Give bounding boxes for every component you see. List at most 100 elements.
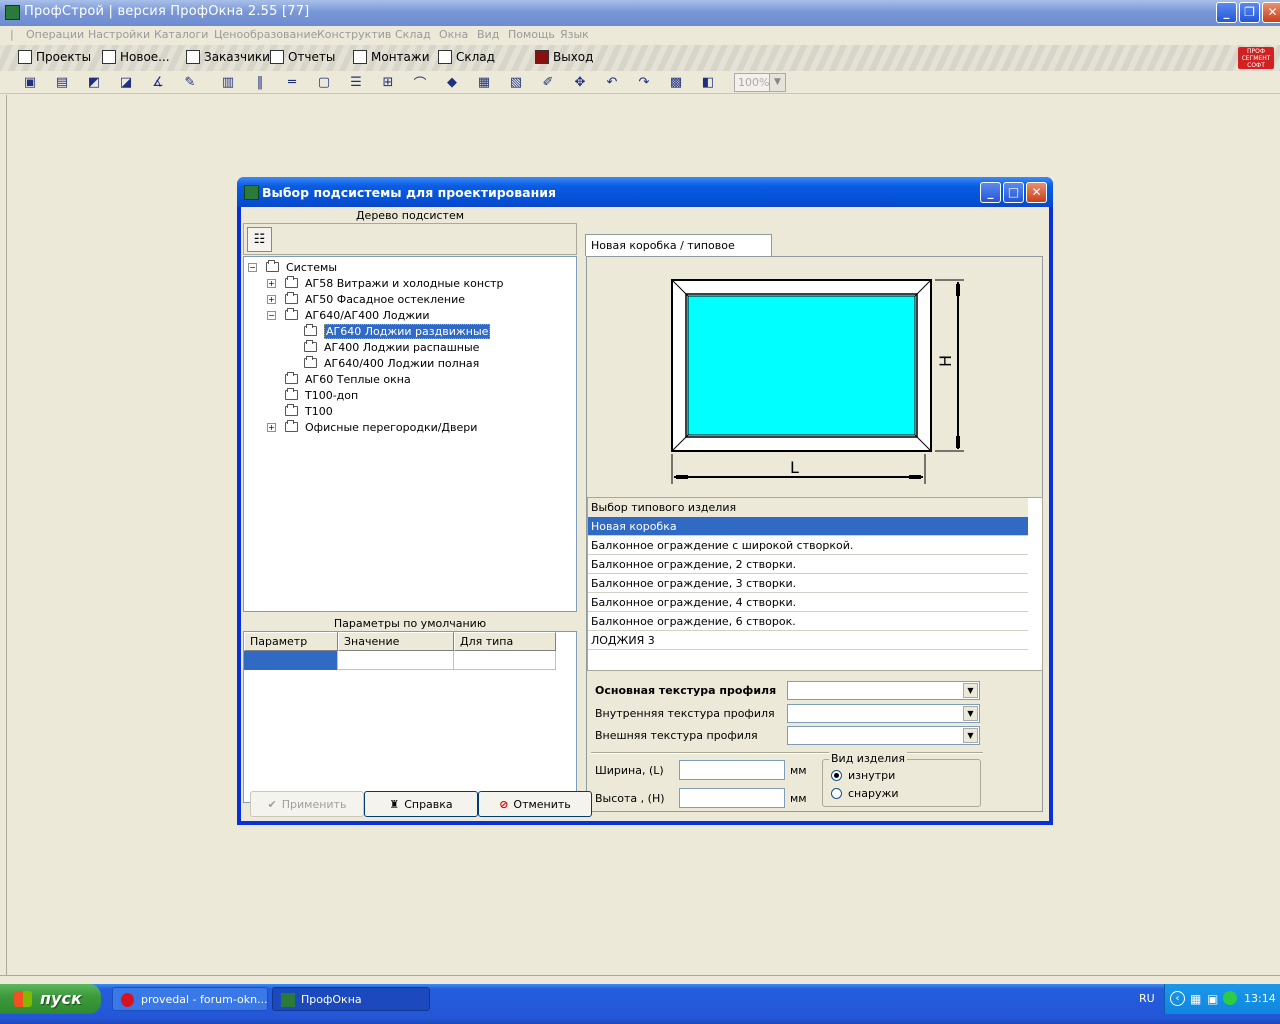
width-input[interactable]	[679, 760, 785, 780]
tree-node[interactable]: Офисные перегородки/Двери	[285, 419, 477, 435]
tool-transom-icon[interactable]: ═	[283, 73, 301, 91]
language-indicator[interactable]: RU	[1139, 992, 1155, 1005]
close-button[interactable]: ✕	[1262, 2, 1280, 23]
customers-button[interactable]: Заказчики	[186, 50, 270, 64]
projects-button[interactable]: Проекты	[18, 50, 91, 64]
expand-icon[interactable]: +	[267, 423, 276, 432]
expand-icon[interactable]: +	[267, 295, 276, 304]
tree-node[interactable]: АГ58 Витражи и холодные констр	[285, 275, 504, 291]
tool-split-icon[interactable]: ☰	[347, 73, 365, 91]
tree-node[interactable]: Т100-доп	[285, 387, 358, 403]
status-icon[interactable]	[1223, 991, 1237, 1005]
tree-node[interactable]: Т100	[285, 403, 333, 419]
divider	[591, 752, 983, 754]
tool-angle-icon[interactable]: ∡	[149, 73, 167, 91]
menu-help[interactable]: Помощь	[508, 28, 555, 41]
tree-node[interactable]: АГ640/400 Лоджии полная	[304, 355, 479, 371]
texture-outer-select[interactable]: ▼	[787, 726, 980, 745]
restore-button[interactable]: ❐	[1239, 2, 1260, 23]
tool-pencil-icon[interactable]: ✎	[181, 73, 199, 91]
tab-new-box[interactable]: Новая коробка / типовое изделие	[585, 234, 772, 265]
zoom-select[interactable]: 100% ▼	[734, 73, 786, 92]
params-cell-selected[interactable]	[244, 651, 338, 670]
params-cell-value[interactable]	[338, 651, 454, 670]
tool-calc-icon[interactable]: ▩	[667, 73, 685, 91]
params-col-param[interactable]: Параметр	[244, 632, 338, 651]
collapse-icon[interactable]: −	[248, 263, 257, 272]
installs-button[interactable]: Монтажи	[353, 50, 430, 64]
menu-language[interactable]: Язык	[560, 28, 589, 41]
menu-construct[interactable]: Конструктив	[317, 28, 391, 41]
tool-catalog-icon[interactable]: ▤	[53, 73, 71, 91]
menu-settings[interactable]: Настройки	[88, 28, 150, 41]
expand-icon[interactable]: +	[267, 279, 276, 288]
help-button[interactable]: ♜ Справка	[364, 791, 478, 817]
menu-view[interactable]: Вид	[477, 28, 499, 41]
app-icon	[5, 5, 20, 20]
menu-pricing[interactable]: Ценообразование	[214, 28, 317, 41]
undo-icon[interactable]: ↶	[603, 73, 621, 91]
view-inside-radio[interactable]	[831, 770, 842, 781]
typical-item[interactable]: Балконное ограждение с широкой створкой.	[588, 536, 1028, 555]
subsystem-tree[interactable]: Системы − АГ58 Витражи и холодные констр + А…	[243, 256, 577, 612]
tool-mullion-icon[interactable]: ‖	[251, 73, 269, 91]
menu-warehouse[interactable]: Склад	[395, 28, 431, 41]
tool-layout-icon[interactable]: ◧	[699, 73, 717, 91]
tool-table-icon[interactable]: ▧	[507, 73, 525, 91]
menu-operations[interactable]: Операции	[26, 28, 84, 41]
view-outside-radio[interactable]	[831, 788, 842, 799]
typical-item[interactable]: ЛОДЖИЯ 3	[588, 631, 1028, 650]
tool-fill-icon[interactable]: ▦	[475, 73, 493, 91]
tree-node[interactable]: АГ60 Теплые окна	[285, 371, 411, 387]
tool-arch-icon[interactable]: ⌒	[411, 73, 429, 92]
tool-grid-icon[interactable]: ⊞	[379, 73, 397, 91]
redo-icon[interactable]: ↷	[635, 73, 653, 91]
monitor-icon[interactable]: ▣	[1207, 992, 1218, 1006]
tree-node[interactable]: АГ400 Лоджии распашные	[304, 339, 479, 355]
tool-shape-icon[interactable]: ◪	[117, 73, 135, 91]
start-button[interactable]: пуск	[0, 984, 101, 1014]
new-button[interactable]: Новое...	[102, 50, 170, 64]
network-icon[interactable]: ▦	[1190, 992, 1201, 1006]
tree-node[interactable]: АГ640 Лоджии раздвижные	[304, 323, 491, 339]
typical-item[interactable]: Балконное ограждение, 2 створки.	[588, 555, 1028, 574]
apply-button[interactable]: ✔ Применить	[250, 791, 364, 817]
task-profokna[interactable]: ПрофОкна	[272, 987, 430, 1011]
task-browser[interactable]: provedal - forum-okn...	[112, 987, 268, 1011]
menu-windows[interactable]: Окна	[439, 28, 468, 41]
tool-edit-icon[interactable]: ▣	[21, 73, 39, 91]
height-input[interactable]	[679, 788, 785, 808]
dialog-close-button[interactable]: ✕	[1026, 182, 1047, 203]
collapse-icon[interactable]: −	[267, 311, 276, 320]
texture-inner-select[interactable]: ▼	[787, 704, 980, 723]
minimize-button[interactable]: _	[1216, 2, 1237, 23]
params-col-type[interactable]: Для типа	[454, 632, 556, 651]
params-col-value[interactable]: Значение	[338, 632, 454, 651]
tool-sash-icon[interactable]: ▢	[315, 73, 333, 91]
menu-catalogs[interactable]: Каталоги	[154, 28, 208, 41]
texture-main-select[interactable]: ▼	[787, 681, 980, 700]
tree-view-icon[interactable]: ☷	[247, 227, 272, 252]
tray-expand-icon[interactable]: ‹	[1170, 991, 1185, 1006]
dialog-minimize-button[interactable]: _	[980, 182, 1001, 203]
tool-frame-icon[interactable]: ▥	[219, 73, 237, 91]
typical-item[interactable]: Балконное ограждение, 6 створок.	[588, 612, 1028, 631]
tool-brush-icon[interactable]: ✐	[539, 73, 557, 91]
params-cell-type[interactable]	[454, 651, 556, 670]
typical-item[interactable]: Балконное ограждение, 4 створки.	[588, 593, 1028, 612]
tree-node[interactable]: АГ50 Фасадное остекление	[285, 291, 465, 307]
tree-node[interactable]: АГ640/АГ400 Лоджии	[285, 307, 429, 323]
dialog-maximize-button[interactable]: □	[1003, 182, 1024, 203]
exit-button[interactable]: Выход	[535, 50, 593, 64]
params-grid[interactable]: Параметр Значение Для типа	[243, 631, 577, 803]
warehouse-button[interactable]: Склад	[438, 50, 495, 64]
typical-item[interactable]: Балконное ограждение, 3 створки.	[588, 574, 1028, 593]
tool-move-icon[interactable]: ✥	[571, 73, 589, 91]
cancel-button[interactable]: ⊘ Отменить	[478, 791, 592, 817]
tree-node[interactable]: Системы	[266, 259, 337, 275]
typical-list[interactable]: Выбор типового изделия Новая коробка Балк…	[587, 497, 1043, 671]
tool-draw-icon[interactable]: ◩	[85, 73, 103, 91]
typical-item[interactable]: Новая коробка	[588, 517, 1028, 536]
reports-button[interactable]: Отчеты	[270, 50, 335, 64]
tool-color-icon[interactable]: ◆	[443, 73, 461, 91]
